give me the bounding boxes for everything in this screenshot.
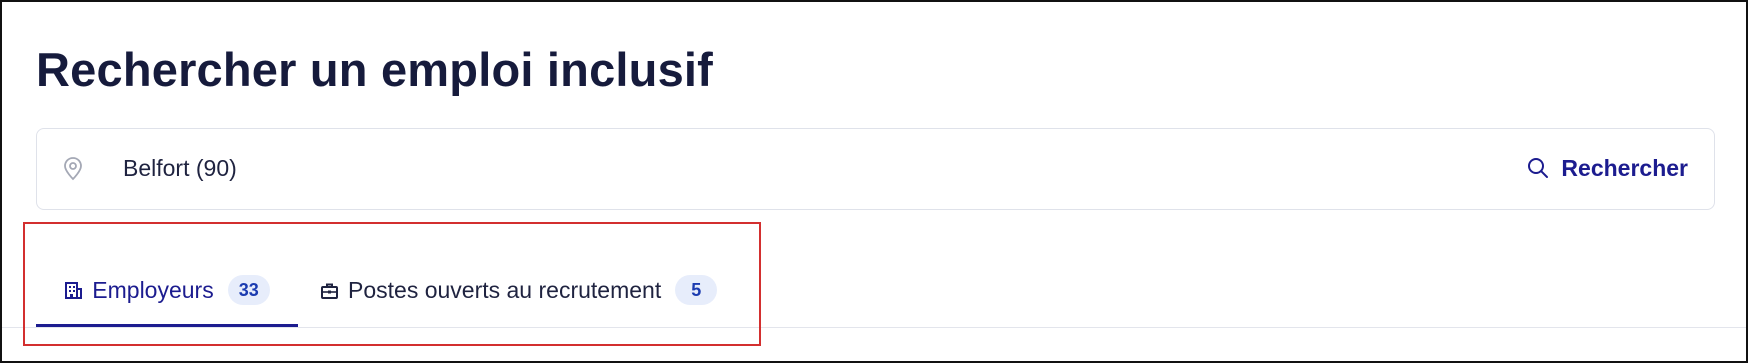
location-input[interactable] xyxy=(123,129,1323,207)
search-icon xyxy=(1528,158,1549,178)
tab-employeurs-label: Employeurs xyxy=(92,276,214,303)
results-tabs: Employeurs 33 Postes ouverts au recrutem… xyxy=(2,252,1746,328)
search-bar: Rechercher xyxy=(36,128,1715,210)
tab-postes-ouverts-label: Postes ouverts au recrutement xyxy=(348,276,662,303)
search-button[interactable]: Rechercher xyxy=(1521,147,1694,189)
tab-employeurs-count-badge: 33 xyxy=(227,275,270,305)
building-icon xyxy=(65,281,83,299)
briefcase-icon xyxy=(321,283,338,299)
page-title: Rechercher un emploi inclusif xyxy=(36,43,714,96)
tab-employeurs[interactable]: Employeurs 33 xyxy=(36,252,298,328)
map-pin-icon xyxy=(64,157,82,181)
tab-postes-ouverts-count-badge: 5 xyxy=(675,275,718,305)
search-button-label: Rechercher xyxy=(1561,154,1688,181)
app-frame: Rechercher un emploi inclusif Rechercher xyxy=(0,0,1748,363)
tabs-divider xyxy=(2,327,1746,328)
tab-postes-ouverts[interactable]: Postes ouverts au recrutement 5 xyxy=(320,252,718,328)
